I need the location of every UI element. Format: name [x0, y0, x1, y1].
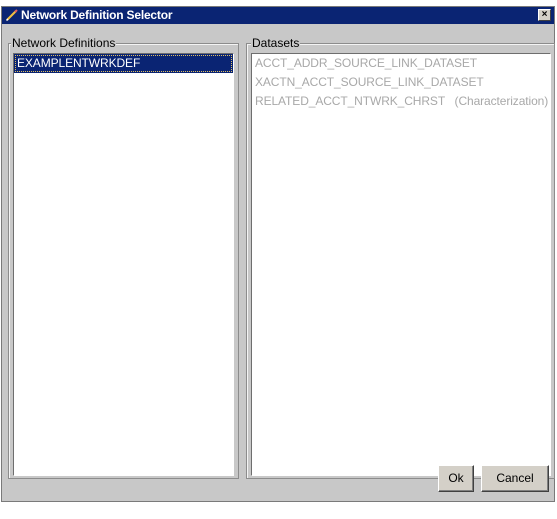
pencil-icon: [5, 9, 18, 22]
network-definitions-group: Network Definitions EXAMPLENTWRKDEF: [8, 35, 239, 479]
dataset-item: RELATED_ACCT_NTWRK_CHRST (Characterizati…: [255, 94, 549, 108]
list-item-examplentwrkdef[interactable]: EXAMPLENTWRKDEF: [14, 54, 233, 73]
datasets-legend: Datasets: [251, 35, 301, 51]
datasets-group: Datasets ACCT_ADDR_SOURCE_LINK_DATASET X…: [246, 35, 555, 479]
datasets-list[interactable]: ACCT_ADDR_SOURCE_LINK_DATASET XACTN_ACCT…: [251, 53, 551, 476]
close-icon[interactable]: ×: [538, 9, 551, 21]
dataset-item: XACTN_ACCT_SOURCE_LINK_DATASET: [255, 75, 484, 89]
network-definitions-legend: Network Definitions: [11, 35, 117, 51]
title-bar[interactable]: Network Definition Selector ×: [2, 7, 554, 24]
dialog-title: Network Definition Selector: [21, 8, 173, 22]
network-definitions-list[interactable]: EXAMPLENTWRKDEF: [13, 53, 234, 476]
cancel-button[interactable]: Cancel: [481, 465, 549, 492]
network-definition-selector-dialog: Network Definition Selector × Network De…: [1, 6, 555, 502]
dataset-item: ACCT_ADDR_SOURCE_LINK_DATASET: [255, 56, 478, 70]
ok-button[interactable]: Ok: [438, 465, 474, 492]
